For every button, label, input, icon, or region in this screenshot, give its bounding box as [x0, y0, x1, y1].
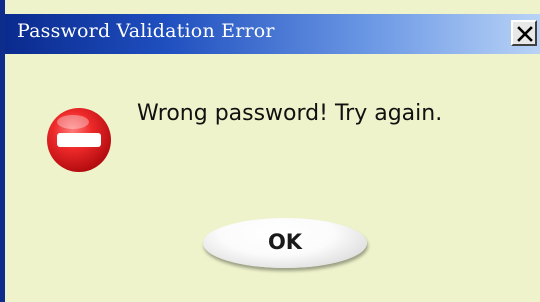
- title-bar[interactable]: Password Validation Error: [5, 14, 540, 54]
- error-message: Wrong password! Try again.: [137, 101, 443, 126]
- close-button[interactable]: [511, 20, 537, 46]
- ok-button[interactable]: OK: [203, 218, 367, 268]
- dialog-body: Wrong password! Try again. OK: [5, 54, 540, 302]
- error-stop-icon: [47, 108, 111, 172]
- window-title: Password Validation Error: [17, 20, 275, 42]
- ok-button-label: OK: [267, 230, 303, 254]
- password-error-dialog: Password Validation Error Wrong password…: [0, 0, 540, 302]
- close-x-icon: [517, 26, 533, 42]
